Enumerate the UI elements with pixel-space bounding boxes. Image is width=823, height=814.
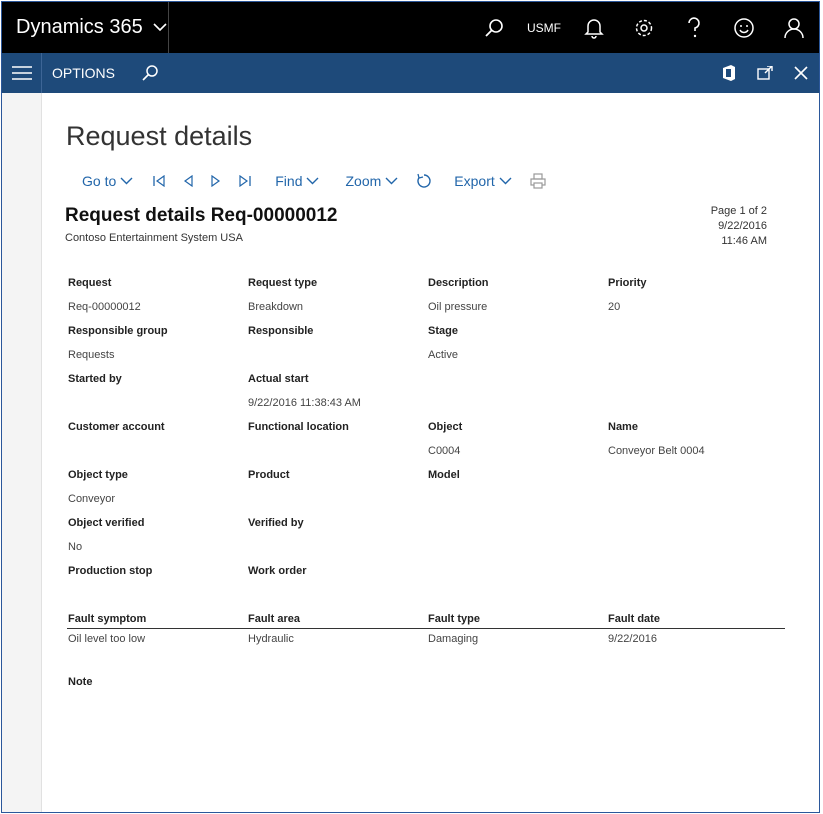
description-value: Oil pressure xyxy=(428,301,488,313)
chevron-down-icon xyxy=(306,177,319,185)
name-label: Name xyxy=(608,421,638,433)
goto-button[interactable]: Go to xyxy=(82,173,133,189)
responsible-label: Responsible xyxy=(248,325,314,337)
object-type-label: Object type xyxy=(68,469,128,481)
request-type-value: Breakdown xyxy=(248,301,304,313)
hamburger-menu-icon[interactable] xyxy=(2,53,42,93)
report-title: Request details Req-00000012 xyxy=(65,205,338,226)
note-label: Note xyxy=(68,676,93,688)
actual-start-label: Actual start xyxy=(248,373,309,385)
functional-location-label: Functional location xyxy=(248,421,349,433)
left-navigation-strip xyxy=(2,93,42,812)
zoom-label: Zoom xyxy=(345,173,382,189)
page-title: Request details xyxy=(66,121,253,151)
refresh-icon xyxy=(417,173,431,188)
options-bar: OPTIONS xyxy=(2,53,819,93)
options-tab[interactable]: OPTIONS xyxy=(52,65,115,81)
close-icon[interactable] xyxy=(783,53,819,93)
work-order-label: Work order xyxy=(248,565,307,577)
first-page-button[interactable] xyxy=(149,175,165,187)
fault-table-cell: Oil level too low xyxy=(68,633,146,645)
company-selector[interactable]: USMF xyxy=(519,21,569,35)
production-stop-label: Production stop xyxy=(68,565,153,577)
started-by-label: Started by xyxy=(68,373,122,385)
report-viewer: Request details Go to Find Zoom Export R… xyxy=(42,93,819,812)
next-page-icon xyxy=(211,175,221,187)
object-type-value: Conveyor xyxy=(68,493,116,505)
goto-label: Go to xyxy=(82,173,117,189)
print-icon xyxy=(530,173,546,189)
app-switcher[interactable]: Dynamics 365 xyxy=(2,2,169,53)
gear-icon[interactable] xyxy=(619,2,669,53)
chevron-down-icon xyxy=(120,177,133,185)
product-label: Product xyxy=(248,469,290,481)
fault-table-header: Fault area xyxy=(248,613,300,625)
fault-table-header: Fault type xyxy=(428,613,480,625)
last-page-button[interactable] xyxy=(235,175,251,187)
page-number: Page 1 of 2 xyxy=(710,205,767,217)
top-nav-bar: Dynamics 365 USMF xyxy=(2,2,819,53)
last-page-icon xyxy=(239,175,251,187)
fault-table-cell: 9/22/2016 xyxy=(608,633,657,645)
verified-by-label: Verified by xyxy=(248,517,304,529)
open-new-window-icon[interactable] xyxy=(747,53,783,93)
previous-page-button[interactable] xyxy=(179,175,193,187)
options-search-icon[interactable] xyxy=(141,64,159,82)
zoom-button[interactable]: Zoom xyxy=(345,173,398,189)
priority-value: 20 xyxy=(608,301,621,313)
request-value: Req-00000012 xyxy=(68,301,141,313)
first-page-icon xyxy=(153,175,165,187)
fault-table-cell: Damaging xyxy=(428,633,479,645)
chevron-down-icon xyxy=(153,23,167,32)
stage-value: Active xyxy=(428,349,458,361)
name-value: Conveyor Belt 0004 xyxy=(608,445,705,457)
fault-table-cell: Hydraulic xyxy=(248,633,294,645)
customer-account-label: Customer account xyxy=(68,421,165,433)
report-date: 9/22/2016 xyxy=(718,220,767,232)
model-label: Model xyxy=(428,469,460,481)
next-page-button[interactable] xyxy=(207,175,221,187)
feedback-smiley-icon[interactable] xyxy=(719,2,769,53)
refresh-button[interactable] xyxy=(412,173,432,189)
fault-table-divider xyxy=(67,628,785,629)
report-toolbar: Go to Find Zoom Export xyxy=(82,171,546,191)
app-title: Dynamics 365 xyxy=(16,16,143,38)
priority-label: Priority xyxy=(608,277,647,289)
previous-page-icon xyxy=(184,175,193,187)
find-button[interactable]: Find xyxy=(275,173,319,189)
object-value: C0004 xyxy=(428,445,461,457)
user-icon[interactable] xyxy=(769,2,819,53)
responsible-group-value: Requests xyxy=(68,349,115,361)
chevron-down-icon xyxy=(499,177,512,185)
window-frame: Dynamics 365 USMF OPTIONS Request detail… xyxy=(1,1,820,813)
report-company: Contoso Entertainment System USA xyxy=(65,232,243,244)
chevron-down-icon xyxy=(385,177,398,185)
search-icon[interactable] xyxy=(469,2,519,53)
object-verified-label: Object verified xyxy=(68,517,145,529)
bell-icon[interactable] xyxy=(569,2,619,53)
export-label: Export xyxy=(454,173,495,189)
office-icon[interactable] xyxy=(711,53,747,93)
export-button[interactable]: Export xyxy=(454,173,512,189)
fault-table-header: Fault date xyxy=(608,613,660,625)
object-verified-value: No xyxy=(68,541,83,553)
print-button[interactable] xyxy=(526,173,546,189)
help-icon[interactable] xyxy=(669,2,719,53)
report-page-info: Page 1 of 2 9/22/2016 11:46 AM xyxy=(711,204,767,249)
fault-table-header: Fault symptom xyxy=(68,613,147,625)
actual-start-value: 9/22/2016 11:38:43 AM xyxy=(248,397,361,409)
object-label: Object xyxy=(428,421,463,433)
request-label: Request xyxy=(68,277,112,289)
find-label: Find xyxy=(275,173,303,189)
request-type-label: Request type xyxy=(248,277,318,289)
description-label: Description xyxy=(428,277,489,289)
responsible-group-label: Responsible group xyxy=(68,325,168,337)
report-time: 11:46 AM xyxy=(721,235,767,247)
stage-label: Stage xyxy=(428,325,458,337)
